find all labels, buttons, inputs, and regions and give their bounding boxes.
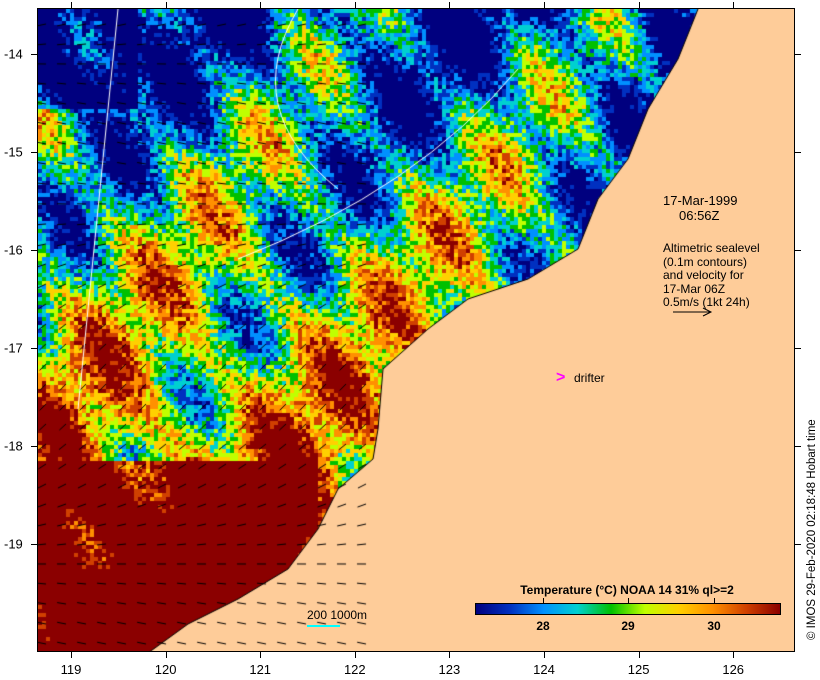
lat-tick (31, 250, 37, 251)
lon-tick (354, 2, 356, 8)
lat-tick (795, 544, 801, 545)
colorbar-tick (628, 598, 629, 603)
lon-label: 123 (438, 662, 461, 677)
lon-tick (733, 2, 735, 8)
altimetry-note: Altimetric sealevel (0.1m contours) and … (663, 241, 760, 310)
lon-label: 122 (343, 662, 366, 677)
lon-label: 120 (154, 662, 177, 677)
lon-tick (638, 652, 640, 658)
lon-tick (165, 2, 167, 8)
colorbar (475, 603, 781, 615)
lat-tick (795, 348, 801, 349)
credit-text: © IMOS 29-Feb-2020 02:18:48 Hobart time (806, 419, 818, 640)
velocity-scale-arrow-icon (673, 307, 713, 317)
note-line: Altimetric sealevel (663, 241, 760, 255)
lat-label: -19 (4, 536, 23, 552)
lat-label: -18 (4, 438, 23, 454)
lat-tick (31, 348, 37, 349)
drifter-label: drifter (574, 371, 605, 385)
colorbar-label: 28 (536, 619, 550, 633)
lat-label: -17 (4, 340, 23, 356)
note-line: (0.1m contours) (663, 254, 748, 269)
depth-legend-line (307, 625, 340, 627)
note-line: 17-Mar 06Z (663, 281, 726, 296)
lat-tick (31, 152, 37, 153)
lat-label: -14 (4, 46, 23, 62)
lon-label: 121 (249, 662, 272, 677)
lon-tick (449, 652, 451, 658)
sst-raster (38, 9, 794, 651)
colorbar-label: 29 (621, 619, 635, 633)
lon-tick (544, 2, 545, 8)
sst-map[interactable]: 17-Mar-1999 06:56Z Altimetric sealevel (… (37, 8, 795, 652)
lon-tick (71, 652, 72, 658)
image-date: 17-Mar-1999 (663, 193, 738, 208)
lat-label: -16 (4, 242, 23, 258)
colorbar-label: 30 (707, 619, 721, 633)
lat-tick (31, 54, 37, 55)
lon-tick (638, 2, 640, 8)
lon-tick (165, 652, 167, 658)
lon-tick (260, 652, 262, 658)
colorbar-tick (543, 598, 544, 603)
lat-tick (795, 54, 801, 55)
lon-tick (71, 2, 72, 8)
image-time: 06:56Z (679, 208, 720, 223)
lon-label: 124 (533, 662, 555, 677)
lat-tick (795, 152, 801, 153)
depth-legend-label: 200 1000m (307, 608, 368, 622)
lon-tick (449, 2, 451, 8)
colorbar-tick (714, 598, 715, 603)
lat-tick (31, 544, 37, 545)
lon-tick (354, 652, 356, 658)
lat-label: -15 (4, 144, 23, 160)
lat-tick (795, 446, 801, 447)
note-line: and velocity for (663, 268, 744, 282)
lon-tick (260, 2, 262, 8)
lon-label: 126 (722, 662, 745, 677)
lon-tick (544, 652, 545, 658)
lon-label: 125 (627, 662, 650, 677)
lon-tick (733, 652, 735, 658)
lon-label: 119 (60, 662, 82, 677)
lat-tick (795, 250, 801, 251)
colorbar-title: Temperature (°C) NOAA 14 31% ql>=2 (520, 583, 734, 597)
lat-tick (31, 446, 37, 447)
drifter-icon: > (556, 369, 566, 386)
